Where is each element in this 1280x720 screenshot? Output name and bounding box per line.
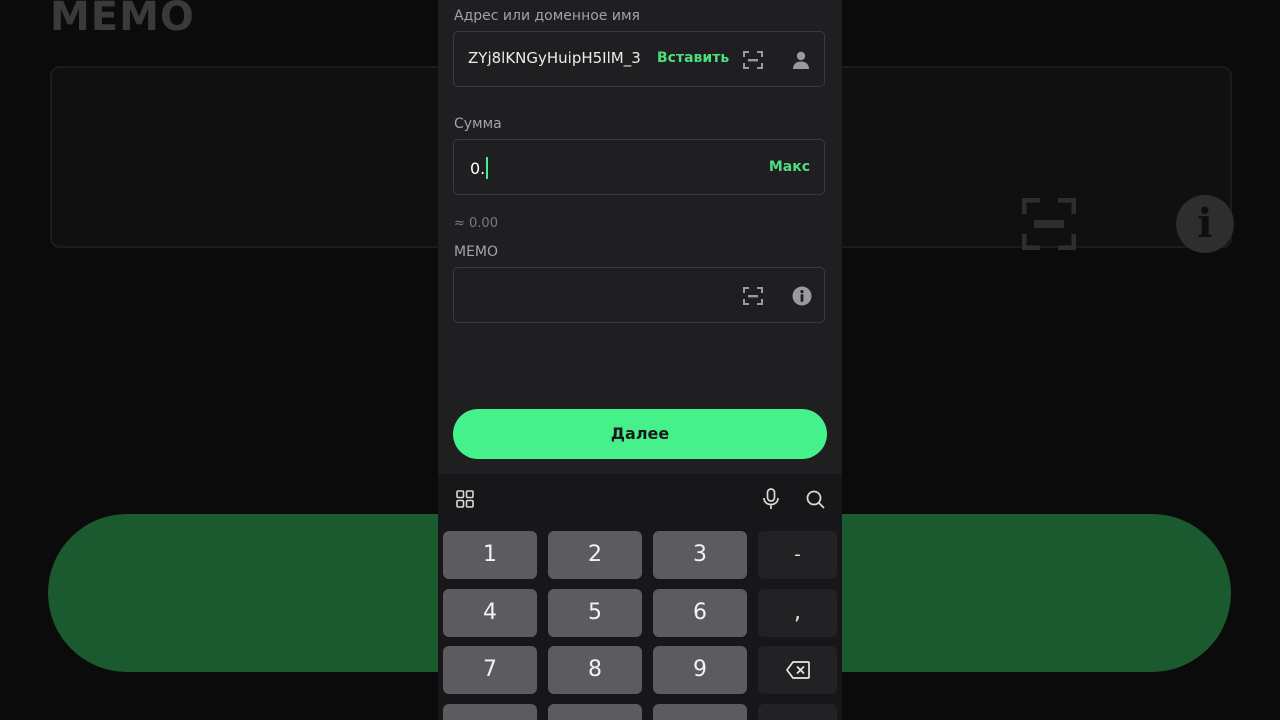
- scan-qr-icon[interactable]: [742, 50, 764, 70]
- grid-icon[interactable]: [455, 489, 475, 509]
- background-info-icon: i: [1176, 195, 1234, 253]
- amount-input[interactable]: 0.: [470, 157, 489, 179]
- memo-label: MEMO: [454, 244, 499, 260]
- key-comma[interactable]: ,: [758, 589, 837, 637]
- key-7[interactable]: 7: [443, 646, 537, 694]
- key-row4-mid[interactable]: [548, 704, 642, 720]
- key-5[interactable]: 5: [548, 589, 642, 637]
- key-6[interactable]: 6: [653, 589, 747, 637]
- amount-label: Сумма: [454, 116, 502, 132]
- key-1[interactable]: 1: [443, 531, 537, 579]
- address-input-value[interactable]: 3_ZYj8lKNGyHuipH5IlM: [468, 49, 646, 67]
- background-memo-title: MEMO: [50, 0, 195, 40]
- mic-icon[interactable]: [761, 488, 781, 510]
- key-3[interactable]: 3: [653, 531, 747, 579]
- address-label: Адрес или доменное имя: [454, 8, 640, 24]
- memo-field[interactable]: [453, 267, 825, 323]
- max-button[interactable]: Макс: [769, 159, 810, 175]
- memo-info-icon[interactable]: [791, 285, 813, 307]
- key-row4-right[interactable]: [653, 704, 747, 720]
- backspace-key[interactable]: [758, 646, 837, 694]
- memo-scan-qr-icon[interactable]: [742, 286, 764, 306]
- numeric-keyboard: 1 2 3 - 4 5 6 , 7 8 9: [438, 474, 842, 720]
- address-book-icon[interactable]: [790, 49, 812, 71]
- text-caret: [486, 157, 489, 179]
- key-4[interactable]: 4: [443, 589, 537, 637]
- amount-field[interactable]: 0. Макс: [453, 139, 825, 195]
- key-row4-side[interactable]: [758, 704, 837, 720]
- phone-screen: Адрес или доменное имя 3_ZYj8lKNGyHuipH5…: [438, 0, 842, 720]
- paste-button[interactable]: Вставить: [657, 50, 729, 66]
- keyboard-toolbar: [438, 474, 842, 524]
- key-8[interactable]: 8: [548, 646, 642, 694]
- key-row4-left[interactable]: [443, 704, 537, 720]
- approx-value: ≈ 0.00: [454, 216, 498, 231]
- key-minus[interactable]: -: [758, 531, 837, 579]
- backspace-icon: [785, 661, 810, 679]
- search-icon[interactable]: [805, 489, 825, 509]
- key-9[interactable]: 9: [653, 646, 747, 694]
- address-field[interactable]: 3_ZYj8lKNGyHuipH5IlM Вставить: [453, 31, 825, 87]
- background-scan-icon: [1022, 198, 1076, 250]
- amount-input-value: 0.: [470, 159, 486, 178]
- key-2[interactable]: 2: [548, 531, 642, 579]
- next-button[interactable]: Далее: [453, 409, 827, 459]
